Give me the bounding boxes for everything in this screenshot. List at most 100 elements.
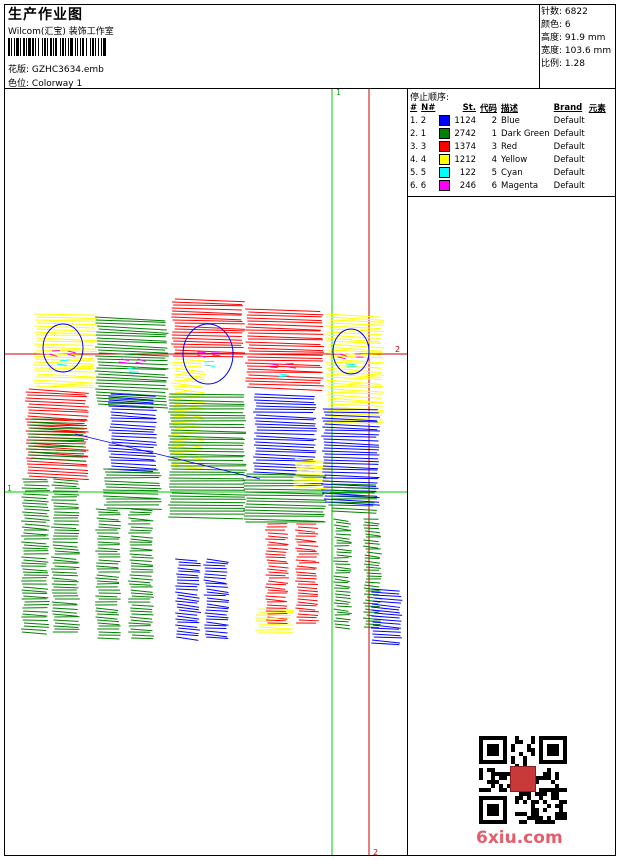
row-description: Magenta (501, 180, 539, 191)
boot-left-girl-3 (175, 558, 202, 641)
shirt-girl-1 (28, 418, 87, 462)
skirt-girl-4 (243, 473, 327, 523)
barcode (8, 38, 106, 56)
color-swatch (439, 180, 451, 191)
row-index: 2. 1 (410, 128, 427, 139)
row-swatch-cell (437, 179, 452, 192)
row-brand: Default (553, 115, 585, 126)
table-row: 4. 4 1212 4 Yellow Default (408, 153, 608, 166)
mouth (345, 363, 357, 368)
guide-marker-red-right: 2 (395, 345, 400, 354)
stats-divider (539, 4, 540, 88)
row-index: 1. 2 (410, 115, 427, 126)
col-header-element: 元素 (588, 103, 606, 114)
table-header-row: # N# St. 代码 描述 Brand 元素 (408, 101, 608, 114)
embroidery-design (21, 298, 403, 646)
shoe-girl-5 (370, 588, 403, 646)
guide-marker-green-left: 1 (7, 484, 12, 493)
row-code: 2 (491, 115, 498, 126)
mouth (127, 367, 139, 373)
col-header-needle: N# (421, 102, 436, 113)
leg-left-girl-4 (265, 523, 289, 625)
design-value: GZHC3634.emb (31, 65, 104, 75)
row-brand: Default (553, 154, 585, 165)
row-brand: Default (553, 167, 585, 178)
row-element (587, 140, 608, 153)
panel-divider (407, 88, 408, 856)
col-header-description: 描述 (501, 103, 519, 114)
col-header-swatch (437, 101, 452, 114)
hair-girl-4 (245, 308, 324, 391)
row-element (587, 166, 608, 179)
color-swatch (439, 115, 451, 126)
row-stitches: 1374 (454, 141, 477, 152)
design-label: 花版: (8, 65, 30, 75)
row-element (587, 179, 608, 192)
row-description: Blue (501, 115, 520, 126)
hair-side-girl-3 (170, 358, 206, 470)
skirt-girl-5 (328, 483, 377, 514)
row-swatch-cell (437, 127, 452, 140)
color-swatch (439, 167, 451, 178)
row-code: 5 (491, 167, 498, 178)
row-description: Dark Green (501, 128, 550, 139)
row-index: 3. 3 (410, 141, 427, 152)
stat-width: 宽度: 103.6 mm (541, 46, 612, 56)
col-header-index: # (410, 102, 418, 113)
row-stitches: 122 (459, 167, 477, 178)
row-index: 6. 6 (410, 180, 427, 191)
guide-marker-green-top: 1 (336, 89, 341, 97)
stat-scale: 比例: 1.28 (541, 59, 585, 69)
row-code: 4 (491, 154, 498, 165)
row-index: 5. 5 (410, 167, 427, 178)
row-description: Yellow (501, 154, 528, 165)
row-swatch-cell (437, 153, 452, 166)
skirt-girl-2 (103, 468, 162, 510)
row-brand: Default (553, 128, 585, 139)
leg-right-girl-4 (295, 523, 319, 624)
row-stitches: 1124 (454, 115, 477, 126)
row-swatch-cell (437, 114, 452, 127)
qr-seal-logo (510, 766, 536, 792)
shoe-girl-4 (255, 608, 294, 634)
stop-sequence-table: # N# St. 代码 描述 Brand 元素 1. 2 1124 2 Blue Def… (408, 101, 608, 192)
col-header-code: 代码 (480, 103, 498, 114)
table-row: 6. 6 246 6 Magenta Default (408, 179, 608, 192)
mouth (204, 360, 216, 367)
design-stats: 针数: 6822 颜色: 6 高度: 91.9 mm 宽度: 103.6 mm … (541, 6, 611, 71)
row-swatch-cell (437, 140, 452, 153)
hair-girl-3 (171, 298, 245, 358)
row-element (587, 114, 608, 127)
leg-left-girl-5 (333, 518, 352, 630)
row-description: Red (501, 141, 518, 152)
watermark: 6xiu.com (476, 828, 563, 848)
color-swatch (439, 141, 451, 152)
table-row: 1. 2 1124 2 Blue Default (408, 114, 608, 127)
row-stitches: 246 (459, 180, 477, 191)
hair-girl-2 (95, 316, 169, 409)
col-header-stitches: St. (462, 102, 477, 113)
row-code: 6 (491, 180, 498, 191)
leg-left-girl-2 (95, 508, 121, 640)
page-title: 生产作业图 (8, 7, 83, 23)
table-row: 5. 5 122 5 Cyan Default (408, 166, 608, 179)
colorway-label: 色位: (8, 79, 30, 89)
row-code: 3 (491, 141, 498, 152)
leg-left-girl-1 (21, 478, 51, 635)
row-stitches: 1212 (454, 154, 477, 165)
embroidery-preview: 1 1 2 2 (5, 89, 407, 855)
leg-right-girl-1 (51, 478, 81, 633)
leg-right-girl-2 (128, 508, 155, 640)
hair-girl-5 (325, 313, 384, 425)
design-info: 花版: GZHC3634.emb (8, 62, 104, 75)
guide-marker-red-bottom: 2 (373, 848, 378, 855)
color-swatch (439, 128, 451, 139)
dress-girl-3 (168, 393, 247, 520)
row-description: Cyan (501, 167, 523, 178)
stat-height: 高度: 91.9 mm (541, 33, 606, 43)
row-code: 1 (491, 128, 498, 139)
table-row: 3. 3 1374 3 Red Default (408, 140, 608, 153)
company-name: Wilcom(汇宝) 装饰工作室 (8, 27, 114, 37)
colorway-info: 色位: Colorway 1 (8, 76, 82, 89)
row-element (587, 153, 608, 166)
